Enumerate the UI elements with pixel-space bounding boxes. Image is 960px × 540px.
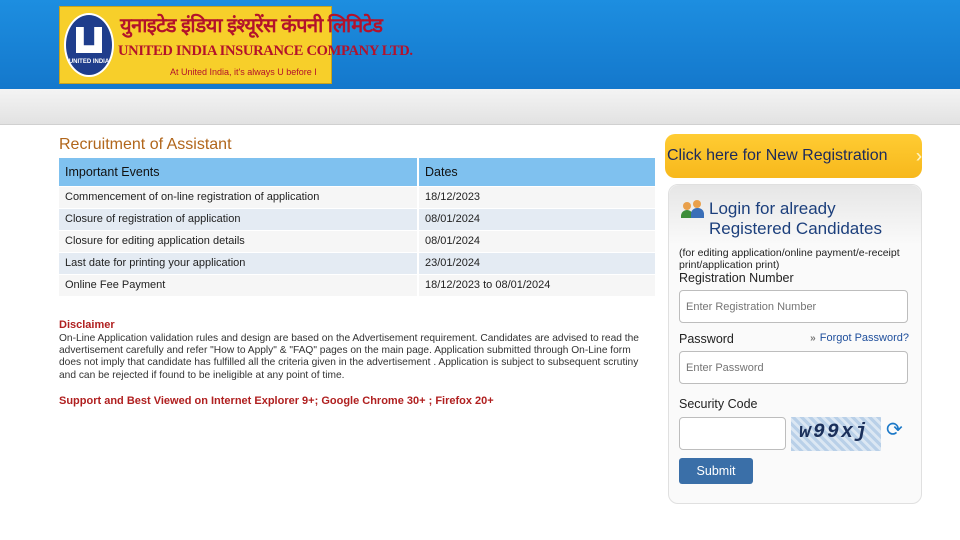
site-header: UNITED INDIA युनाइटेड इंडिया इंश्यूरेंस … — [0, 0, 960, 89]
submit-button[interactable]: Submit — [679, 458, 753, 484]
new-registration-button[interactable]: Click here for New Registration ››› — [665, 134, 922, 178]
logo-tagline: At United India, it's always U before I — [170, 67, 317, 77]
refresh-icon[interactable]: ⟳ — [886, 417, 903, 442]
disclaimer-text: On-Line Application validation rules and… — [59, 333, 639, 381]
captcha-image: w99xj — [791, 417, 881, 451]
users-icon — [681, 199, 705, 219]
company-logo[interactable]: UNITED INDIA युनाइटेड इंडिया इंश्यूरेंस … — [59, 6, 413, 84]
page-title: Recruitment of Assistant — [59, 136, 232, 153]
date-cell: 08/01/2024 — [418, 229, 657, 252]
table-row: Closure of registration of application 0… — [59, 207, 657, 230]
column-header-events: Important Events — [59, 158, 419, 186]
emblem-icon: UNITED INDIA — [64, 13, 114, 77]
login-panel: Login for already Registered Candidates … — [668, 184, 922, 504]
table-row: Last date for printing your application … — [59, 251, 657, 274]
registration-number-input[interactable] — [679, 290, 908, 323]
new-registration-label: Click here for New Registration — [667, 147, 888, 164]
table-row: Closure for editing application details … — [59, 229, 657, 252]
column-header-dates: Dates — [418, 158, 657, 186]
date-cell: 23/01/2024 — [418, 251, 657, 274]
browser-support-note: Support and Best Viewed on Internet Expl… — [59, 395, 494, 407]
logo-english-name: UNITED INDIA INSURANCE COMPANY LTD. — [118, 43, 413, 59]
date-cell: 18/12/2023 — [418, 185, 657, 208]
sub-navigation-bar — [0, 89, 960, 125]
table-row: Commencement of on-line registration of … — [59, 185, 657, 208]
date-cell: 08/01/2024 — [418, 207, 657, 230]
login-title: Login for already Registered Candidates — [709, 199, 882, 238]
security-code-input[interactable] — [679, 417, 786, 450]
event-cell: Closure for editing application details — [59, 229, 419, 252]
double-chevron-right-icon: » — [810, 333, 816, 344]
table-row: Online Fee Payment 18/12/2023 to 08/01/2… — [59, 273, 657, 296]
registration-number-label: Registration Number — [679, 271, 794, 285]
forgot-password-link[interactable]: » Forgot Password? — [810, 332, 909, 344]
disclaimer-heading: Disclaimer — [59, 319, 115, 331]
table-header-row: Important Events Dates — [59, 158, 657, 186]
event-cell: Last date for printing your application — [59, 251, 419, 274]
password-label: Password — [679, 332, 734, 346]
date-cell: 18/12/2023 to 08/01/2024 — [418, 273, 657, 296]
important-events-table: Important Events Dates Commencement of o… — [59, 158, 657, 296]
event-cell: Online Fee Payment — [59, 273, 419, 296]
security-code-label: Security Code — [679, 397, 758, 411]
event-cell: Commencement of on-line registration of … — [59, 185, 419, 208]
login-note: (for editing application/online payment/… — [679, 247, 900, 271]
password-input[interactable] — [679, 351, 908, 384]
logo-hindi-name: युनाइटेड इंडिया इंश्यूरेंस कंपनी लिमिटेड — [120, 15, 383, 37]
event-cell: Closure of registration of application — [59, 207, 419, 230]
